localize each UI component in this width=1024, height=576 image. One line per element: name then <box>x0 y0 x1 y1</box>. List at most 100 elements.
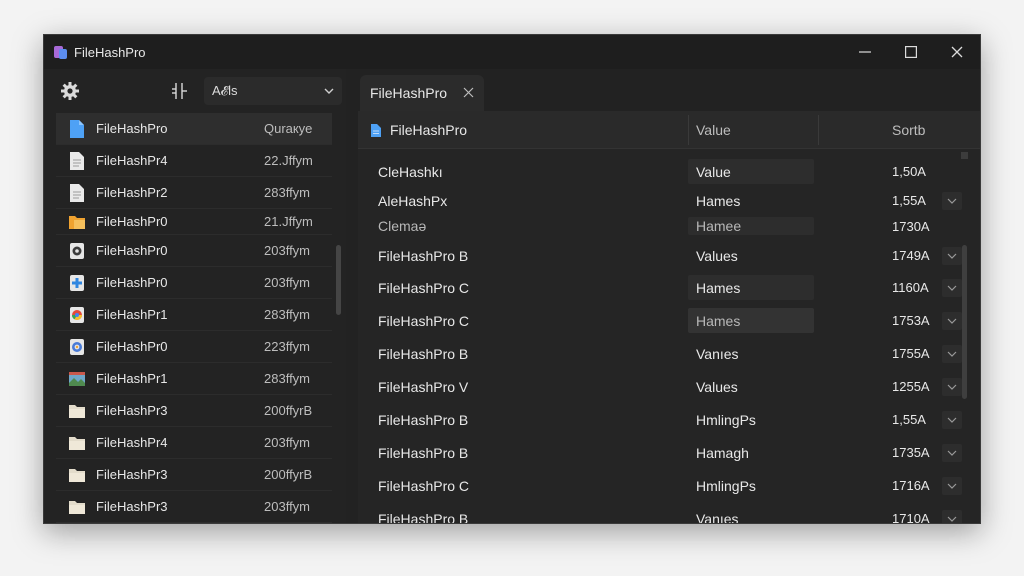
row-value: Vanıes <box>696 345 739 362</box>
row-name: CleHashkı <box>378 163 443 180</box>
row-name: FileHashPro B <box>378 444 469 461</box>
header-file[interactable]: FileHashPro <box>370 111 467 149</box>
row-value: Hamagh <box>696 444 749 461</box>
file-meta: 283ffym <box>264 185 311 200</box>
file-list-item[interactable]: FileHashPr0 203ffym <box>56 267 332 299</box>
file-name: FileHashPr4 <box>96 435 168 450</box>
chevron-down-icon <box>947 384 957 390</box>
file-name: FileHashPr3 <box>96 499 168 514</box>
chevron-down-icon <box>947 285 957 291</box>
row-size: 1735A <box>892 445 930 460</box>
chevron-down-icon <box>947 318 957 324</box>
file-name: FileHashPr3 <box>96 467 168 482</box>
table-row[interactable]: FileHashPro C HmlingPs 1716A <box>358 469 968 502</box>
file-list-item[interactable]: FileHashPr4 203ffym <box>56 427 332 459</box>
table-row[interactable]: FileHashPro B Vanıes 1710A <box>358 502 968 524</box>
file-name: FileHashPr0 <box>96 243 168 258</box>
file-list-item[interactable]: FileHashPr1 283ffym <box>56 299 332 331</box>
file-meta: 203ffym <box>264 275 311 290</box>
file-list-item[interactable]: FileHashPr0 223ffym <box>56 331 332 363</box>
row-value: HmlingPs <box>696 411 756 428</box>
table-row[interactable]: FileHashPro B Vanıes 1755A <box>358 337 968 370</box>
folder-icon <box>69 436 85 450</box>
left-scrollbar-thumb[interactable] <box>336 245 341 315</box>
hash-results-pane: FileHashPro FileHashPro Value Sortb CleH… <box>358 69 980 524</box>
right-scrollbar-thumb[interactable] <box>962 245 967 399</box>
row-value: Vanıes <box>696 510 739 524</box>
scroll-up-icon[interactable] <box>960 151 969 160</box>
file-list-item[interactable]: FileHashPr4 22.Jffym <box>56 145 332 177</box>
file-list-item[interactable]: FileHashPr3 200ffyrB <box>56 395 332 427</box>
folder-icon <box>69 500 85 514</box>
row-size: 1753A <box>892 313 930 328</box>
file-meta: 203ffym <box>264 499 311 514</box>
row-size: 1,55A <box>892 193 926 208</box>
minimize-button[interactable] <box>842 35 888 69</box>
row-size: 1160A <box>892 280 929 295</box>
table-row[interactable]: FileHashPro C Hames 1753A <box>358 304 968 337</box>
chevron-down-icon <box>947 253 957 259</box>
window-controls <box>842 35 980 69</box>
chevron-down-icon <box>947 351 957 357</box>
header-file-label: FileHashPro <box>390 122 468 138</box>
maximize-button[interactable] <box>888 35 934 69</box>
minimize-icon <box>859 51 871 53</box>
file-meta: 21.Jffym <box>264 214 313 229</box>
table-row[interactable]: FileHashPro B HmlingPs 1,55A <box>358 403 968 436</box>
file-list-item[interactable]: FileHashPr1 283ffym <box>56 363 332 395</box>
table-row[interactable]: FileHashPro C Hames 1160A <box>358 271 968 304</box>
file-browser-pane: A𝓔ls FileHashPro Quraкye FileHashPr4 22.… <box>44 69 346 523</box>
file-list-item[interactable]: FileHashPr0 203ffym <box>56 235 332 267</box>
file-meta: 283ffym <box>264 371 311 386</box>
maximize-icon <box>905 46 917 58</box>
file-list-item[interactable]: FileHashPr2 283ffym <box>56 177 332 209</box>
row-value: Values <box>696 378 738 395</box>
row-name: Clemaə <box>378 218 427 234</box>
row-name: FileHashPro B <box>378 345 469 362</box>
row-size: 1749A <box>892 248 930 263</box>
table-row[interactable]: FileHashPro B Values 1749A <box>358 239 968 272</box>
gear-icon[interactable] <box>60 81 80 101</box>
image-doc-icon <box>69 371 85 386</box>
tab-filehashpro[interactable]: FileHashPro <box>360 75 484 111</box>
header-sort[interactable]: Sortb <box>892 111 925 149</box>
row-size: 1716A <box>892 478 930 493</box>
blue-doc-icon <box>70 119 84 138</box>
close-window-button[interactable] <box>934 35 980 69</box>
file-list-item[interactable]: FileHashPr0 21.Jffym <box>56 209 332 235</box>
close-tab-icon[interactable] <box>463 87 474 98</box>
row-value: HmlingPs <box>696 477 756 494</box>
file-meta: 283ffym <box>264 307 311 322</box>
file-meta: 22.Jffym <box>264 153 313 168</box>
table-row[interactable]: FileHashPro B Hamagh 1735A <box>358 436 968 469</box>
chrome-doc-icon <box>70 306 84 323</box>
split-view-icon[interactable] <box>170 81 190 101</box>
file-meta: Quraкye <box>264 121 313 136</box>
file-list-item[interactable]: FileHashPro Quraкye <box>56 113 332 145</box>
filter-dropdown[interactable]: A𝓔ls <box>204 77 342 105</box>
title-bar: FileHashPro <box>44 35 980 69</box>
table-row[interactable]: Clemaə Hamee 1730A <box>358 213 968 239</box>
chevron-down-icon <box>947 483 957 489</box>
row-size: 1255A <box>892 379 930 394</box>
file-name: FileHashPr4 <box>96 153 168 168</box>
row-value: Hamee <box>696 218 742 234</box>
row-name: FileHashPro B <box>378 510 469 524</box>
file-meta: 223ffym <box>264 339 311 354</box>
column-divider <box>688 115 689 145</box>
blue-doc-icon <box>371 123 381 137</box>
chrome-doc-icon <box>70 338 84 355</box>
file-list: FileHashPro Quraкye FileHashPr4 22.Jffym… <box>56 113 332 523</box>
row-size: 1755A <box>892 346 930 361</box>
column-divider <box>818 115 819 145</box>
header-value[interactable]: Value <box>696 111 731 149</box>
chevron-down-icon <box>324 88 334 94</box>
file-list-item[interactable]: FileHashPr3 203ffym <box>56 491 332 523</box>
file-name: FileHashPro <box>96 121 168 136</box>
file-name: FileHashPr0 <box>96 214 168 229</box>
file-name: FileHashPr2 <box>96 185 168 200</box>
table-row[interactable]: FileHashPro V Values 1255A <box>358 370 968 403</box>
row-name: FileHashPro V <box>378 378 469 395</box>
chevron-down-icon <box>947 198 957 204</box>
file-list-item[interactable]: FileHashPr3 200ffyrB <box>56 459 332 491</box>
